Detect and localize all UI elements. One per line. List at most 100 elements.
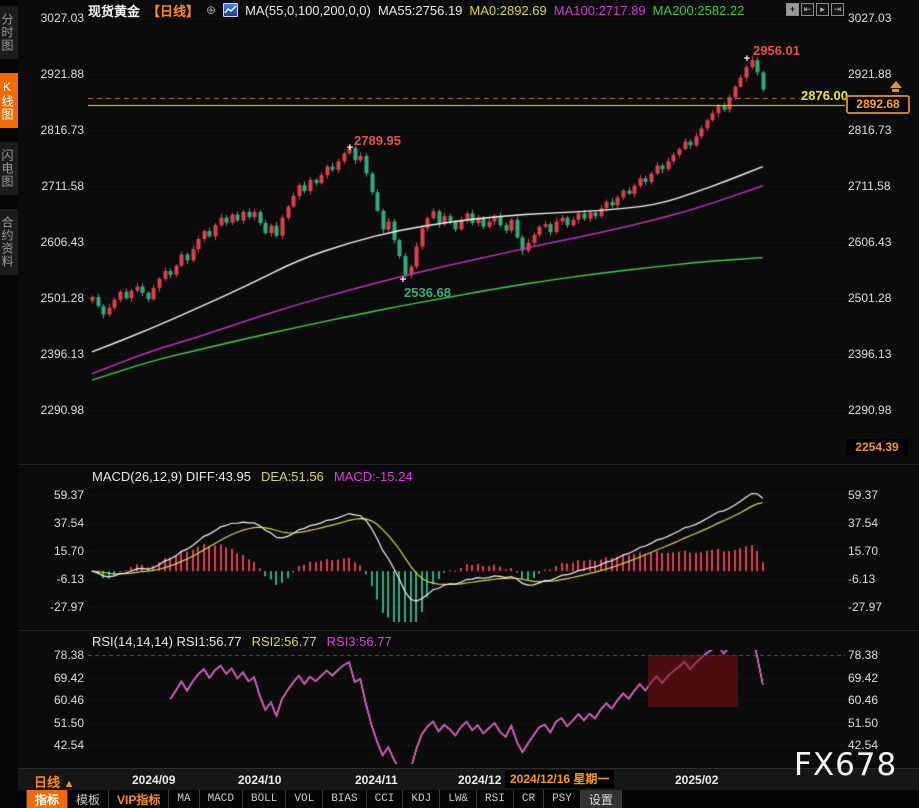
rsi-axis-label-right: 78.38 (848, 648, 906, 662)
price-axis-label-right: 2396.13 (848, 347, 906, 361)
ma0-value: MA0:2892.69 (469, 3, 546, 18)
date-axis-label: 2024/09 (132, 773, 175, 787)
rsi-axis-label-right: 60.46 (848, 693, 906, 707)
price-axis-label-right: 2711.58 (848, 179, 906, 193)
price-axis-label-right: 2606.43 (848, 235, 906, 249)
toolbar-item-KDJ[interactable]: KDJ (403, 790, 440, 808)
go-to-end-icon[interactable]: ⇥ (831, 3, 844, 16)
main-price-chart-canvas[interactable] (88, 18, 845, 462)
rsi2-label: RSI2:56.77 (252, 634, 317, 649)
date-axis-label: 2024/11 (355, 773, 398, 787)
rsi-axis-label-left: 78.38 (26, 648, 84, 662)
macd-axis-label-left: 37.54 (26, 516, 84, 530)
left-sidebar: 分时图 K线图 闪电图 合约资料 (0, 0, 18, 808)
rsi-axis-label-left: 69.42 (26, 671, 84, 685)
toolbar-item-VIP指标[interactable]: VIP指标 (109, 790, 169, 808)
toolbar-item-CCI[interactable]: CCI (367, 790, 404, 808)
charting-app: 分时图 K线图 闪电图 合约资料 现货黄金 【日线】 ⊕ MA(55,0,100… (0, 0, 919, 808)
macd-axis-label-right: 15.70 (848, 544, 906, 558)
toolbar-item-BIAS[interactable]: BIAS (323, 790, 366, 808)
toolbar-item-PSY[interactable]: PSY (544, 790, 581, 808)
symbol-title: 现货黄金 (88, 1, 140, 20)
ma100-value: MA100:2717.89 (554, 3, 646, 18)
price-axis-label-left: 2921.88 (26, 67, 84, 81)
rsi-axis-label-left: 60.46 (26, 693, 84, 707)
chart-header: 现货黄金 【日线】 ⊕ MA(55,0,100,200,0,0) MA55:27… (88, 2, 744, 18)
period-low-label: 2254.39 (846, 439, 908, 455)
period-arrow-icon: ▲ (64, 778, 75, 790)
price-axis-label-right: 2816.73 (848, 123, 906, 137)
watermark: FX678 (794, 747, 897, 783)
price-axis-label-left: 3027.03 (26, 11, 84, 25)
macd-axis-label-right: 59.37 (848, 488, 906, 502)
macd-axis-label-right: 37.54 (848, 516, 906, 530)
price-axis-label-left: 2396.13 (26, 347, 84, 361)
ma-settings-label: MA(55,0,100,200,0,0) (245, 3, 371, 18)
toolbar-item-设置[interactable]: 设置 (581, 790, 622, 808)
sidebar-tab-contract-info[interactable]: 合约资料 (0, 209, 18, 275)
macd-axis-label-left: 59.37 (26, 488, 84, 502)
date-axis-label: 2024/10 (238, 773, 281, 787)
rsi-axis-label-left: 51.50 (26, 716, 84, 730)
pane-divider (18, 464, 919, 465)
toolbar-item-模板[interactable]: 模板 (68, 790, 109, 808)
crosshair-date-label: 2024/12/16 星期一 (505, 770, 614, 788)
chart-tool-icons: +⇤▸⇥ (786, 3, 844, 16)
scroll-to-latest-icon[interactable] (889, 81, 902, 93)
zoom-axis-left-icon[interactable]: ⇤ (801, 3, 814, 16)
add-overlay-icon[interactable]: ⊕ (206, 3, 216, 17)
price-axis-label-left: 2501.28 (26, 291, 84, 305)
toolbar-item-MACD[interactable]: MACD (200, 790, 243, 808)
toolbar-item-指标[interactable]: 指标 (26, 790, 68, 808)
ma200-value: MA200:2582.22 (653, 3, 745, 18)
macd-pane-canvas[interactable] (88, 486, 845, 622)
mini-chart-icon[interactable] (223, 3, 238, 17)
sidebar-tab-lightning[interactable]: 闪电图 (0, 142, 18, 195)
price-axis-label-left: 2711.58 (26, 179, 84, 193)
toolbar-item-BOLL[interactable]: BOLL (243, 790, 286, 808)
toolbar-item-MA[interactable]: MA (169, 790, 199, 808)
toolbar-item-LW&[interactable]: LW& (440, 790, 477, 808)
price-axis-label-right: 2921.88 (848, 67, 906, 81)
rsi3-label: RSI3:56.77 (327, 634, 392, 649)
rsi1-label: RSI(14,14,14) RSI1:56.77 (92, 634, 242, 649)
pane-divider (18, 630, 919, 631)
rsi-axis-label-left: 42.54 (26, 738, 84, 752)
sidebar-tab-timeshare[interactable]: 分时图 (0, 6, 18, 59)
date-axis-label: 2025/02 (675, 773, 718, 787)
alert-line-label: 2876.00 (801, 88, 848, 103)
price-axis-label-right: 3027.03 (848, 11, 906, 25)
indicator-toolbar: 指标模板VIP指标MAMACDBOLLVOLBIASCCIKDJLW&RSICR… (18, 790, 919, 808)
date-axis: 日线 ▲ 2024/09 2024/10 2024/11 2024/12 2025/02… (18, 768, 919, 791)
sidebar-tab-kline[interactable]: K线图 (0, 73, 18, 128)
macd-macd-label: MACD:-15.24 (334, 469, 413, 484)
date-axis-label: 2024/12 (458, 773, 501, 787)
rsi-overbought-zone (648, 655, 738, 707)
macd-axis-label-left: -6.13 (26, 572, 84, 586)
play-right-icon[interactable]: ▸ (816, 3, 829, 16)
toolbar-item-CR[interactable]: CR (514, 790, 544, 808)
rsi-header: RSI(14,14,14) RSI1:56.77 RSI2:56.77 RSI3… (92, 634, 392, 649)
toolbar-item-VOL[interactable]: VOL (286, 790, 323, 808)
swing-high-annotation: 2956.01 (753, 43, 800, 58)
move-icon[interactable]: + (786, 3, 799, 16)
macd-header: MACD(26,12,9) DIFF:43.95 DEA:51.56 MACD:… (92, 469, 413, 484)
macd-axis-label-right: -6.13 (848, 572, 906, 586)
ma55-value: MA55:2756.19 (378, 3, 463, 18)
macd-axis-label-left: 15.70 (26, 544, 84, 558)
rsi-axis-label-right: 69.42 (848, 671, 906, 685)
nov-low-cross-marker: + (398, 274, 408, 286)
period-selector[interactable]: 日线 ▲ (34, 772, 75, 791)
macd-axis-label-left: -27.97 (26, 600, 84, 614)
price-axis-label-left: 2816.73 (26, 123, 84, 137)
oct-high-cross-marker: + (345, 142, 355, 154)
period-tag[interactable]: 【日线】 (147, 1, 199, 20)
rsi-axis-label-right: 51.50 (848, 716, 906, 730)
toolbar-item-RSI[interactable]: RSI (477, 790, 514, 808)
price-axis-label-right: 2501.28 (848, 291, 906, 305)
last-price-box: 2892.68 (846, 95, 910, 114)
macd-diff-label: MACD(26,12,9) DIFF:43.95 (92, 469, 251, 484)
swing-high-cross-marker: + (742, 53, 752, 65)
price-axis-label-left: 2290.98 (26, 403, 84, 417)
macd-axis-label-right: -27.97 (848, 600, 906, 614)
